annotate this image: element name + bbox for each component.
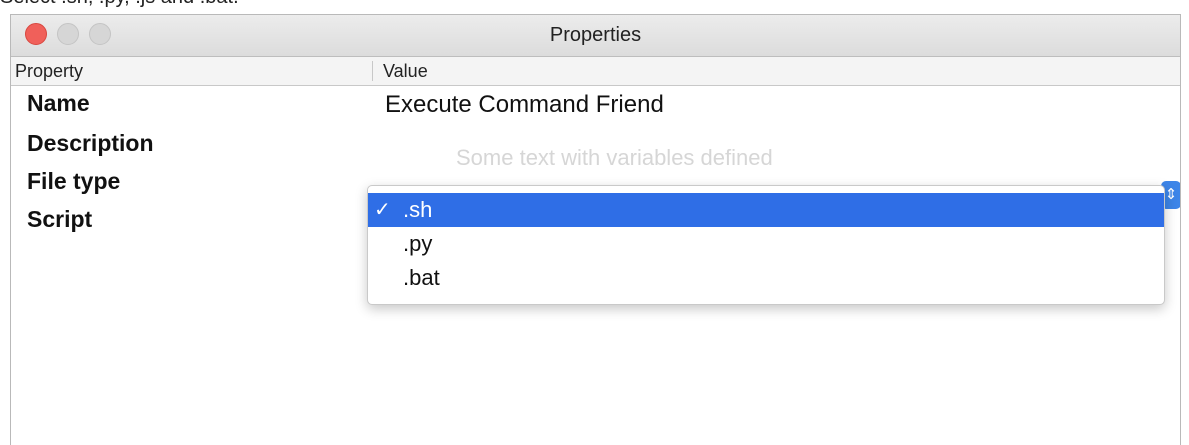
- option-label: .bat: [403, 265, 440, 290]
- properties-window: Properties Property Value Name Execute C…: [10, 14, 1181, 445]
- property-label-name: Name: [27, 90, 90, 116]
- title-bar: Properties: [11, 15, 1180, 57]
- script-placeholder: Some text with variables defined: [456, 145, 773, 170]
- column-divider[interactable]: [372, 61, 373, 81]
- file-type-option-bat[interactable]: .bat: [368, 261, 1164, 295]
- property-label-script: Script: [27, 206, 93, 232]
- option-label: .py: [403, 231, 433, 256]
- file-type-option-sh[interactable]: ✓ .sh: [368, 193, 1164, 227]
- window-title: Properties: [549, 24, 642, 46]
- property-label-description: Description: [27, 130, 154, 156]
- instruction-caption: Select .sh, .py, .js and .bat.: [0, 0, 239, 9]
- property-label-file-type: File type: [27, 168, 121, 194]
- column-header-value[interactable]: Value: [383, 61, 428, 82]
- up-down-chevron-icon: ⇕: [1164, 186, 1178, 203]
- table-header: Property Value: [11, 57, 1180, 86]
- file-type-dropdown: ✓ .sh .py .bat: [367, 185, 1165, 305]
- file-type-option-py[interactable]: .py: [368, 227, 1164, 261]
- column-header-property[interactable]: Property: [15, 61, 83, 82]
- checkmark-icon: ✓: [374, 199, 391, 221]
- option-label: .sh: [403, 197, 433, 222]
- name-field[interactable]: Execute Command Friend: [385, 91, 664, 119]
